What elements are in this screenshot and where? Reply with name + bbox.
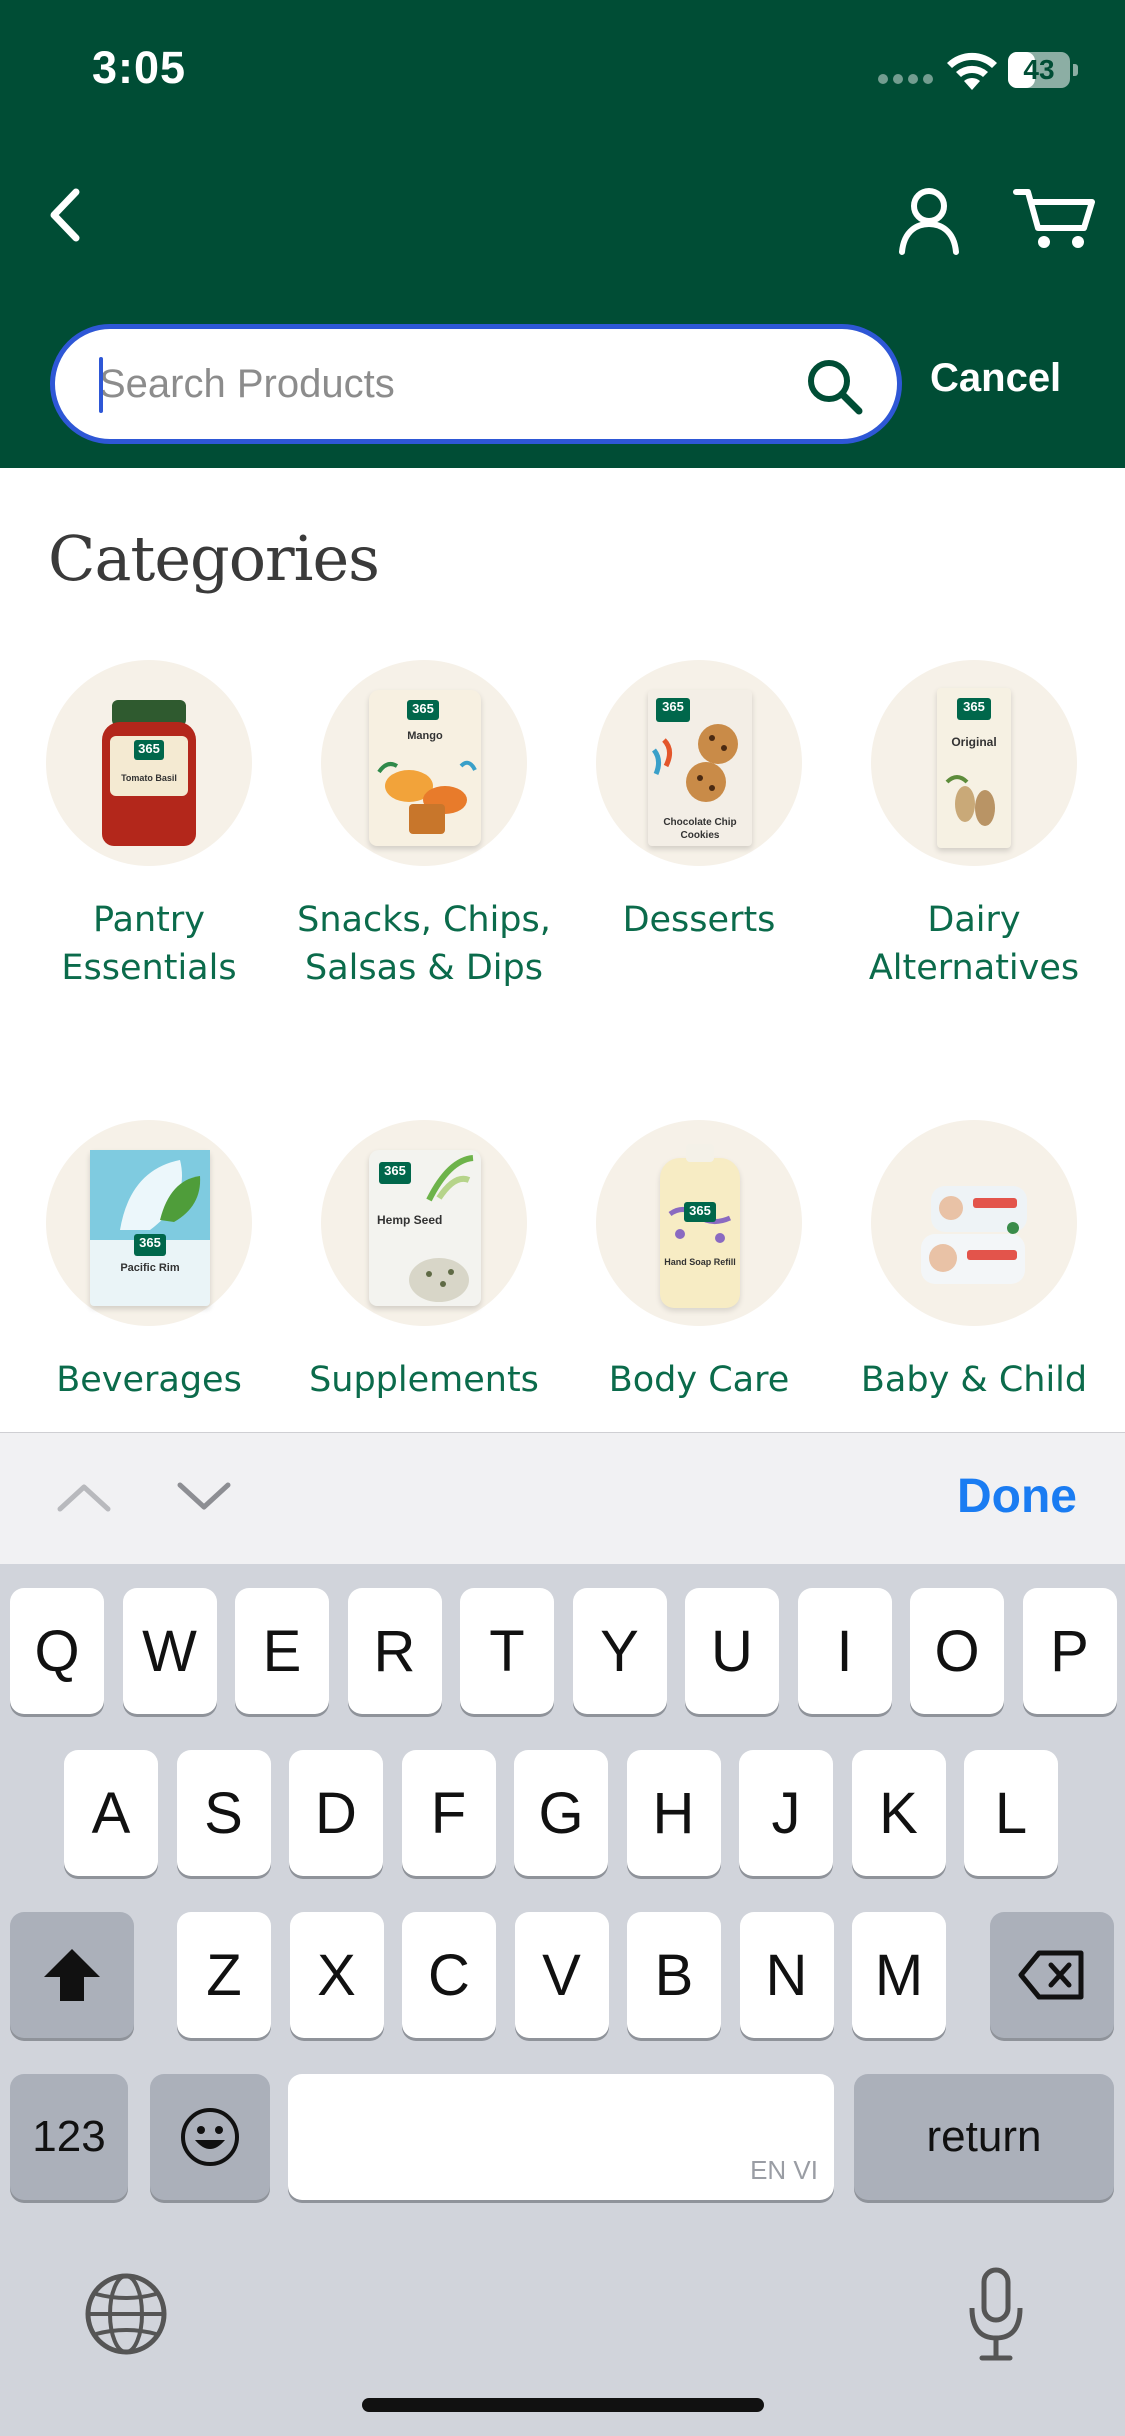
chevron-up-icon[interactable] [54, 1477, 114, 1517]
category-dairy-alternatives[interactable]: 365 Original Dairy Alternatives [836, 660, 1112, 992]
category-beverages[interactable]: 365 Pacific Rim Beverages [11, 1120, 287, 1404]
category-image: 365 Hand Soap Refill [596, 1120, 802, 1326]
cart-icon[interactable] [1012, 182, 1098, 254]
battery-level: 43 [1023, 54, 1055, 85]
cancel-button[interactable]: Cancel [930, 356, 1061, 401]
baby-wipes-image [921, 1186, 1027, 1284]
category-image: 365 Chocolate Chip Cookies [596, 660, 802, 866]
key-e[interactable]: E [235, 1588, 329, 1714]
key-g[interactable]: G [514, 1750, 608, 1876]
almondmilk-carton-image: 365 Original [937, 688, 1011, 848]
category-image: 365 Tomato Basil [46, 660, 252, 866]
status-bar: 3:05 43 [0, 0, 1125, 140]
category-label: Beverages [56, 1360, 242, 1400]
hand-soap-refill-image: 365 Hand Soap Refill [660, 1144, 740, 1308]
space-language-hint: EN VI [750, 2155, 818, 2185]
cookies-box-image: 365 Chocolate Chip Cookies [648, 690, 752, 846]
delete-key[interactable] [990, 1912, 1114, 2038]
key-t[interactable]: T [460, 1588, 554, 1714]
key-d[interactable]: D [289, 1750, 383, 1876]
shift-icon [44, 1949, 100, 2001]
key-a[interactable]: A [64, 1750, 158, 1876]
key-w[interactable]: W [122, 1588, 217, 1714]
category-label: Desserts [622, 900, 776, 940]
category-image: 365 Mango [321, 660, 527, 866]
pacific-rim-tea-box-image: 365 Pacific Rim [90, 1150, 210, 1306]
emoji-key[interactable] [150, 2074, 270, 2200]
category-body-care[interactable]: 365 Hand Soap Refill Body Care [561, 1120, 837, 1404]
keyboard-accessory-bar: Done [0, 1432, 1125, 1564]
category-image [871, 1120, 1077, 1326]
mango-bag-image: 365 Mango [369, 690, 481, 846]
home-indicator [362, 2398, 764, 2412]
category-label: Baby & Child [860, 1360, 1088, 1400]
key-y[interactable]: Y [572, 1588, 667, 1714]
chevron-down-icon[interactable] [174, 1477, 234, 1517]
numbers-key[interactable]: 123 [10, 2074, 128, 2200]
status-time: 3:05 [92, 42, 187, 93]
search-icon[interactable] [803, 355, 867, 419]
globe-icon[interactable] [80, 2268, 172, 2360]
key-u[interactable]: U [685, 1588, 779, 1714]
category-label: Supplements [309, 1360, 539, 1400]
category-supplements[interactable]: 365 Hemp Seed Supplements [286, 1120, 562, 1404]
key-o[interactable]: O [910, 1588, 1004, 1714]
key-f[interactable]: F [401, 1750, 496, 1876]
search-input[interactable] [99, 349, 799, 419]
cellular-signal-icon [878, 74, 934, 84]
key-k[interactable]: K [851, 1750, 946, 1876]
category-image: 365 Pacific Rim [46, 1120, 252, 1326]
category-image: 365 Original [871, 660, 1077, 866]
category-baby-child[interactable]: Baby & Child [836, 1120, 1112, 1404]
category-snacks-chips-salsas-dips[interactable]: 365 Mango Snacks, Chips, Salsas & Dips [286, 660, 562, 992]
category-label: Pantry Essentials [61, 900, 237, 988]
return-key[interactable]: return [854, 2074, 1114, 2200]
key-n[interactable]: N [739, 1912, 834, 2038]
key-h[interactable]: H [626, 1750, 721, 1876]
key-i[interactable]: I [797, 1588, 892, 1714]
done-button[interactable]: Done [957, 1469, 1077, 1524]
battery-icon: 43 [1008, 52, 1078, 88]
key-z[interactable]: Z [177, 1912, 271, 2038]
category-image: 365 Hemp Seed [321, 1120, 527, 1326]
shift-key[interactable] [10, 1912, 134, 2038]
microphone-icon[interactable] [964, 2264, 1028, 2364]
app-header: 3:05 43 Cancel [0, 0, 1125, 468]
account-icon[interactable] [894, 184, 964, 256]
key-v[interactable]: V [514, 1912, 609, 2038]
space-key[interactable]: EN VI [288, 2074, 834, 2200]
key-p[interactable]: P [1022, 1588, 1117, 1714]
back-chevron-icon[interactable] [36, 180, 96, 250]
key-x[interactable]: X [289, 1912, 384, 2038]
text-cursor [99, 357, 103, 413]
pasta-sauce-jar-image: 365 Tomato Basil [102, 700, 196, 846]
category-label: Snacks, Chips, Salsas & Dips [297, 900, 551, 988]
key-m[interactable]: M [852, 1912, 946, 2038]
key-s[interactable]: S [176, 1750, 271, 1876]
key-l[interactable]: L [964, 1750, 1058, 1876]
hemp-seed-bag-image: 365 Hemp Seed [369, 1150, 481, 1306]
category-label: Dairy Alternatives [868, 900, 1080, 988]
emoji-icon [181, 2108, 239, 2166]
category-label: Body Care [608, 1360, 790, 1400]
category-desserts[interactable]: 365 Chocolate Chip Cookies Desserts [561, 660, 837, 944]
key-q[interactable]: Q [10, 1588, 104, 1714]
wifi-icon [947, 52, 997, 90]
key-b[interactable]: B [627, 1912, 721, 2038]
search-bar[interactable] [50, 324, 902, 444]
delete-icon [1018, 1950, 1084, 2000]
categories-heading: Categories [48, 522, 380, 595]
category-pantry-essentials[interactable]: 365 Tomato Basil Pantry Essentials [11, 660, 287, 992]
key-r[interactable]: R [347, 1588, 442, 1714]
key-j[interactable]: J [739, 1750, 833, 1876]
key-c[interactable]: C [402, 1912, 496, 2038]
